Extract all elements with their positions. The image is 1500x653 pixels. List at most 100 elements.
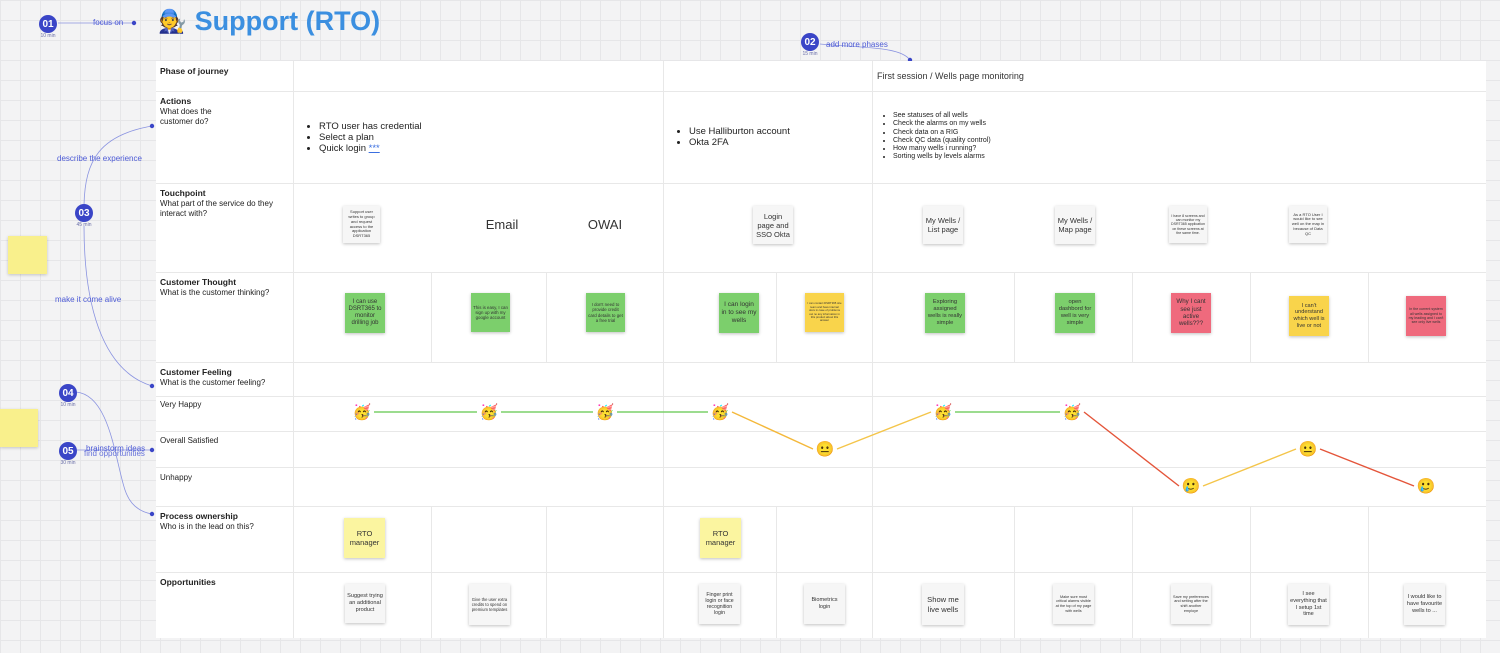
row-label-thought: Customer Thought What is the customer thi… bbox=[160, 277, 270, 297]
list-item: Check the alarms on my wells bbox=[893, 120, 991, 128]
row-divider bbox=[156, 396, 1486, 397]
list-item: Select a plan bbox=[319, 132, 422, 143]
actions-wells-list: See statuses of all wells Check the alar… bbox=[881, 112, 991, 162]
row-label-ownership: Process ownership Who is in the lead on t… bbox=[160, 511, 254, 531]
phase-label: First session / Wells page monitoring bbox=[877, 71, 1024, 81]
thought-note[interactable]: In the current system all wells assigned… bbox=[1406, 296, 1446, 336]
row-divider bbox=[156, 431, 1486, 432]
side-sticky-note[interactable] bbox=[8, 236, 47, 274]
touchpoint-note[interactable]: Support user writes to group and request… bbox=[343, 206, 380, 243]
opportunity-note[interactable]: Finger print login or face recognition l… bbox=[699, 584, 740, 624]
row-label-touchpoint: Touchpoint What part of the service do th… bbox=[160, 188, 273, 218]
actions-registration-list: RTO user has credential Select a plan Qu… bbox=[305, 121, 422, 154]
quick-login-link[interactable]: *** bbox=[369, 143, 380, 154]
feeling-emoji-icon[interactable]: 🥲 bbox=[1416, 476, 1436, 496]
column-divider bbox=[546, 272, 547, 362]
phase-dsrt-login[interactable]: DSRT Login bbox=[663, 61, 872, 91]
step-03-label-2: make it come alive bbox=[55, 295, 122, 304]
step-01-badge: 01 bbox=[39, 15, 57, 33]
column-divider bbox=[1014, 272, 1015, 362]
thought-note[interactable]: I can use DSRT365 to monitor drilling jo… bbox=[345, 293, 385, 333]
step-03-min: 45 min bbox=[76, 222, 92, 228]
column-divider bbox=[1368, 506, 1369, 638]
row-divider bbox=[156, 362, 1486, 363]
opportunity-note[interactable]: Biometrics login bbox=[804, 584, 845, 624]
feeling-emoji-icon[interactable]: 🥳 bbox=[352, 402, 372, 422]
thought-note[interactable]: open dashbord for well is very simple bbox=[1055, 293, 1095, 333]
list-item: RTO user has credential bbox=[319, 121, 422, 132]
feeling-emoji-icon[interactable]: 🥳 bbox=[595, 402, 615, 422]
opportunity-note[interactable]: Show me live wells bbox=[922, 584, 964, 625]
step-01-min: 10 min bbox=[40, 33, 56, 39]
step-02[interactable]: 02 15 min bbox=[801, 33, 822, 57]
thought-note[interactable]: I can contact DSRT365 site team and have… bbox=[805, 293, 844, 332]
ownership-note[interactable]: RTO manager bbox=[700, 518, 741, 558]
feeling-emoji-icon[interactable]: 🥳 bbox=[933, 402, 953, 422]
touchpoint-note[interactable]: Login page and SSO Okta bbox=[753, 206, 793, 244]
row-label-phase: Phase of journey bbox=[160, 66, 229, 76]
list-item: Use Halliburton account bbox=[689, 126, 790, 137]
phase-registration[interactable]: Registration / OWAI bbox=[293, 61, 663, 91]
row-divider bbox=[156, 91, 1486, 92]
feeling-level-satisfied: Overall Satisfied bbox=[160, 436, 219, 445]
row-divider bbox=[156, 183, 1486, 184]
side-sticky-note-2[interactable] bbox=[0, 409, 38, 447]
step-01[interactable]: 01 10 min bbox=[39, 15, 60, 39]
step-05[interactable]: 05 30 min bbox=[59, 442, 80, 466]
list-item: See statuses of all wells bbox=[893, 112, 991, 120]
feeling-emoji-icon[interactable]: 🥳 bbox=[479, 402, 499, 422]
worker-emoji-icon: 🧑‍🔧 bbox=[158, 8, 187, 34]
ownership-note[interactable]: RTO manager bbox=[344, 518, 385, 558]
phase-first-session[interactable]: First session / Wells page monitoring bbox=[872, 61, 1486, 91]
step-05-label-overlap: find opportunities bbox=[84, 449, 145, 458]
column-divider bbox=[663, 61, 664, 638]
feeling-emoji-icon[interactable]: 😐 bbox=[1298, 439, 1318, 459]
step-03-badge: 03 bbox=[75, 204, 93, 222]
touchpoint-note[interactable]: My Wells / List page bbox=[923, 206, 963, 244]
list-item: Okta 2FA bbox=[689, 137, 790, 148]
feeling-emoji-icon[interactable]: 🥲 bbox=[1181, 476, 1201, 496]
step-05-min: 30 min bbox=[60, 460, 76, 466]
feeling-emoji-icon[interactable]: 🥳 bbox=[710, 402, 730, 422]
step-03-label: describe the experience bbox=[57, 154, 142, 163]
thought-note[interactable]: Exploring assigned wells is really simpl… bbox=[925, 293, 965, 333]
list-item: Check data on a RIG bbox=[893, 129, 991, 137]
column-divider bbox=[546, 506, 547, 638]
step-03[interactable]: 03 45 min bbox=[75, 204, 96, 228]
row-label-opportunities: Opportunities bbox=[160, 577, 216, 587]
opportunity-note[interactable]: Make sure most critical alarms visible a… bbox=[1053, 584, 1094, 624]
column-divider bbox=[776, 506, 777, 638]
opportunity-note[interactable]: I would like to have favourite wells to … bbox=[1404, 584, 1445, 625]
step-02-badge: 02 bbox=[801, 33, 819, 51]
step-04-min: 10 min bbox=[60, 402, 76, 408]
list-item: Check QC data (quality control) bbox=[893, 137, 991, 145]
step-05-badge: 05 bbox=[59, 442, 77, 460]
step-04-badge: 04 bbox=[59, 384, 77, 402]
thought-note[interactable]: I don't need to provide credit card deta… bbox=[586, 293, 625, 332]
thought-note[interactable]: I can login in to see my wells bbox=[719, 293, 759, 333]
row-divider bbox=[156, 506, 1486, 507]
opportunity-note[interactable]: Save my preferences and setting after th… bbox=[1171, 584, 1211, 624]
opportunity-note[interactable]: I see everything that I setup 1st time bbox=[1288, 584, 1329, 625]
thought-note[interactable]: I can't understand which well is live or… bbox=[1289, 296, 1329, 336]
opportunity-note[interactable]: Give the user extra credits to spend on … bbox=[469, 584, 510, 625]
opportunity-note[interactable]: Suggest trying an additional product bbox=[345, 584, 385, 623]
actions-dsrt-list: Use Halliburton account Okta 2FA bbox=[675, 126, 790, 148]
touchpoint-note[interactable]: As a RTO User I would like to see well o… bbox=[1289, 206, 1327, 243]
phase-label: Registration / OWAI bbox=[298, 71, 378, 81]
thought-note[interactable]: This is easy, I can sign up with my goog… bbox=[471, 293, 510, 332]
column-divider bbox=[1250, 506, 1251, 638]
column-divider bbox=[431, 506, 432, 638]
feeling-emoji-icon[interactable]: 🥳 bbox=[1062, 402, 1082, 422]
column-divider bbox=[1014, 506, 1015, 638]
page-title: 🧑‍🔧 Support (RTO) bbox=[158, 6, 380, 37]
thought-note[interactable]: Why I cant see just active wells??? bbox=[1171, 293, 1211, 333]
touchpoint-note[interactable]: My Wells / Map page bbox=[1055, 206, 1095, 244]
touchpoint-email[interactable]: Email bbox=[472, 206, 532, 243]
step-04[interactable]: 04 10 min bbox=[59, 384, 80, 408]
touchpoint-note[interactable]: I have 8 screens and can monitor my DSRT… bbox=[1169, 206, 1207, 243]
list-item: How many wells i running? bbox=[893, 145, 991, 153]
row-divider bbox=[156, 272, 1486, 273]
touchpoint-owai[interactable]: OWAI bbox=[582, 206, 628, 243]
feeling-emoji-icon[interactable]: 😐 bbox=[815, 439, 835, 459]
